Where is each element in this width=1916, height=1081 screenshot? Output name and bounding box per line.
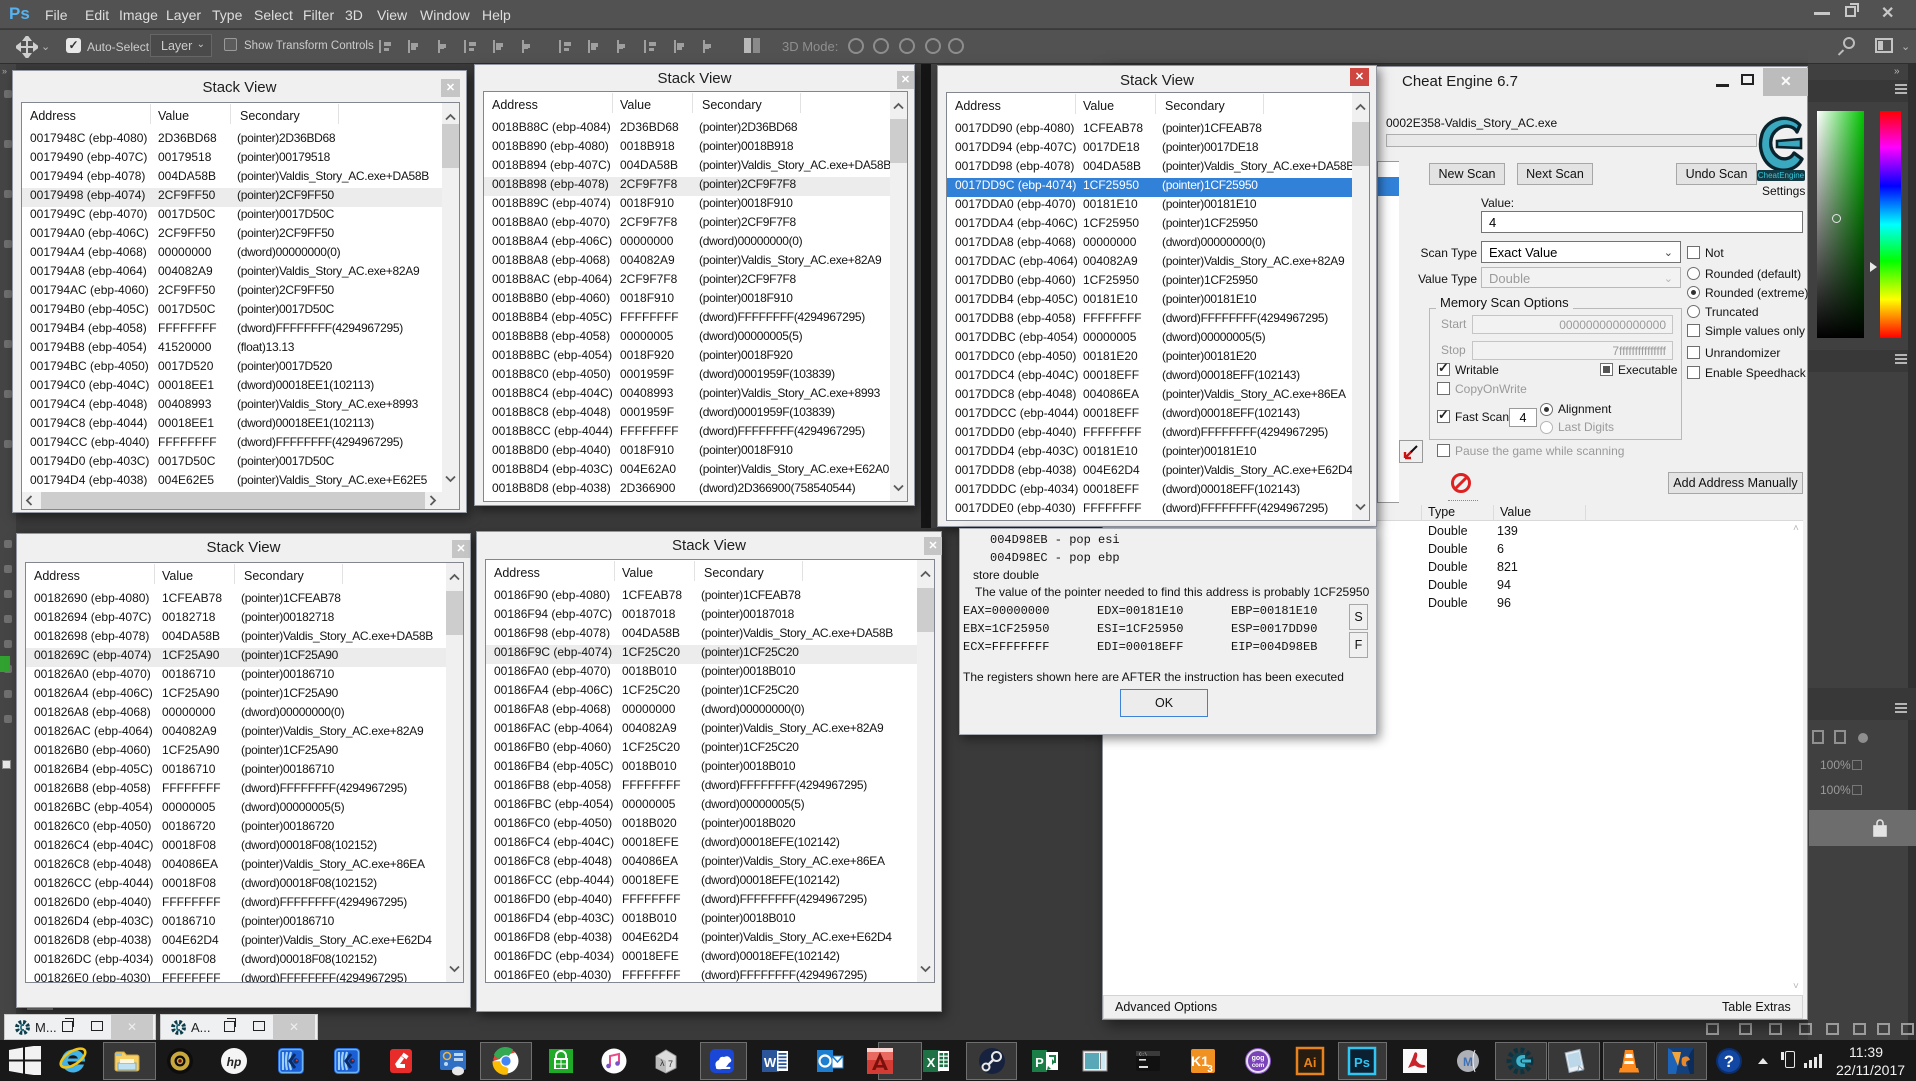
svg-text:Ai: Ai [1304, 1055, 1317, 1070]
svg-text:gog: gog [1252, 1055, 1265, 1062]
svg-text:3: 3 [1207, 1064, 1213, 1075]
svg-text:Ps: Ps [1354, 1055, 1370, 1070]
svg-text:W: W [764, 1055, 777, 1070]
svg-text:P: P [1035, 1055, 1044, 1070]
svg-text:com: com [1252, 1063, 1264, 1069]
svg-text:X: X [927, 1055, 936, 1070]
svg-text:CheatEngine: CheatEngine [1758, 171, 1805, 180]
svg-text:M: M [1463, 1055, 1473, 1069]
svg-text:hp: hp [227, 1055, 242, 1069]
svg-text:C:\: C:\ [1139, 1052, 1147, 1058]
svg-text:?: ? [1724, 1052, 1734, 1071]
svg-text:7: 7 [668, 1059, 673, 1069]
svg-text:λ: λ [660, 1058, 665, 1068]
